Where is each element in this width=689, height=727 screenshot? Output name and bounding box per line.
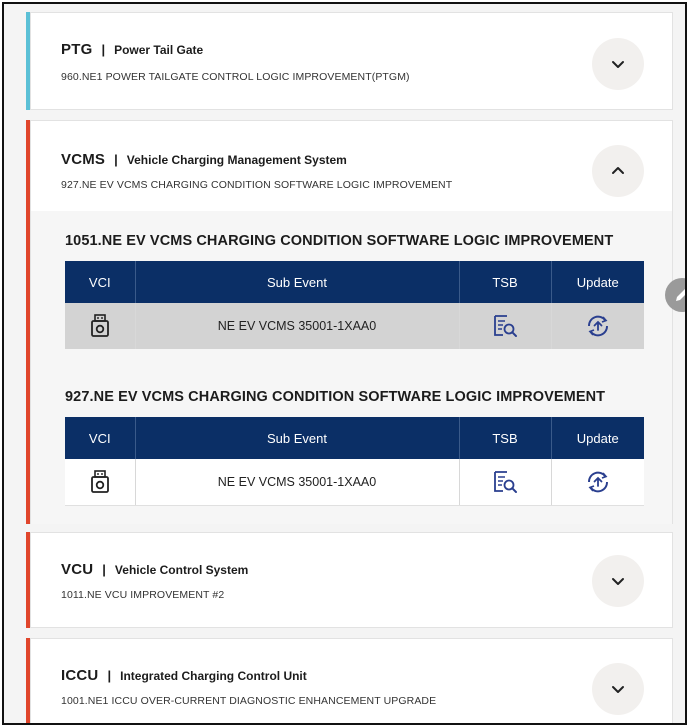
column-header-sub-event: Sub Event	[135, 417, 460, 459]
ecu-name: Power Tail Gate	[114, 43, 204, 57]
tsb-cell[interactable]	[459, 459, 552, 506]
separator: |	[107, 668, 112, 683]
card-header[interactable]: VCMS | Vehicle Charging Management Syste…	[31, 121, 672, 209]
separator: |	[114, 152, 118, 167]
column-header-vci: VCI	[65, 417, 136, 459]
card-accent-bar	[26, 532, 30, 628]
sub-event-table: VCI Sub Event TSB Update NE EV VCMS 3500…	[65, 417, 644, 506]
ecu-code: ICCU	[61, 667, 99, 684]
chevron-down-icon	[612, 686, 624, 693]
chevron-up-icon	[612, 167, 624, 174]
ecu-description: 1011.NE VCU IMPROVEMENT #2	[61, 589, 225, 601]
column-header-update: Update	[551, 261, 644, 303]
pencil-icon	[676, 289, 685, 301]
column-header-vci: VCI	[65, 261, 136, 303]
ecu-code: PTG	[61, 41, 93, 58]
vci-device-icon	[90, 469, 109, 493]
sub-event-table: VCI Sub Event TSB Update NE EV VCMS 3500…	[65, 261, 644, 349]
card-header[interactable]: VCU | Vehicle Control System 1011.NE VCU…	[31, 533, 672, 627]
update-cell[interactable]	[551, 459, 644, 506]
card-accent-bar	[26, 120, 30, 524]
ecu-code: VCMS	[61, 151, 106, 168]
column-header-tsb: TSB	[459, 417, 552, 459]
sub-event-cell: NE EV VCMS 35001-1XAA0	[135, 459, 460, 506]
column-header-sub-event: Sub Event	[135, 261, 460, 303]
table-row[interactable]: NE EV VCMS 35001-1XAA0	[65, 303, 644, 349]
tsb-document-search-icon[interactable]	[492, 470, 518, 494]
ecu-card-vcms: VCMS | Vehicle Charging Management Syste…	[26, 120, 673, 524]
ecu-card-ptg: PTG | Power Tail Gate 960.NE1 POWER TAIL…	[26, 12, 673, 110]
update-refresh-icon[interactable]	[584, 469, 612, 495]
ecu-name: Vehicle Control System	[114, 563, 249, 577]
column-header-tsb: TSB	[459, 261, 552, 303]
section-title: 1051.NE EV VCMS CHARGING CONDITION SOFTW…	[65, 233, 614, 249]
vci-device-icon	[90, 314, 109, 337]
expand-toggle-button[interactable]	[592, 38, 644, 90]
ecu-card-vcu: VCU | Vehicle Control System 1011.NE VCU…	[26, 532, 673, 628]
ecu-name: Integrated Charging Control Unit	[120, 669, 307, 683]
update-cell[interactable]	[551, 303, 644, 349]
separator: |	[101, 42, 106, 57]
update-refresh-icon[interactable]	[584, 313, 612, 339]
sub-event-panel: 1051.NE EV VCMS CHARGING CONDITION SOFTW…	[31, 211, 672, 524]
ecu-description: 927.NE EV VCMS CHARGING CONDITION SOFTWA…	[61, 179, 453, 191]
chevron-down-icon	[612, 61, 624, 68]
card-header[interactable]: PTG | Power Tail Gate 960.NE1 POWER TAIL…	[31, 13, 672, 109]
expand-toggle-button[interactable]	[592, 555, 644, 607]
ecu-description: 960.NE1 POWER TAILGATE CONTROL LOGIC IMP…	[61, 71, 410, 83]
ecu-code: VCU	[61, 561, 94, 578]
card-accent-bar	[26, 12, 30, 110]
chevron-down-icon	[612, 578, 624, 585]
card-accent-bar	[26, 638, 30, 723]
table-row[interactable]: NE EV VCMS 35001-1XAA0	[65, 459, 644, 506]
screenshot-frame: PTG | Power Tail Gate 960.NE1 POWER TAIL…	[2, 2, 687, 725]
separator: |	[102, 562, 106, 577]
tsb-document-search-icon[interactable]	[492, 314, 518, 338]
vci-cell	[65, 459, 136, 506]
vci-cell	[65, 303, 136, 349]
section-title: 927.NE EV VCMS CHARGING CONDITION SOFTWA…	[65, 389, 606, 405]
card-header[interactable]: ICCU | Integrated Charging Control Unit …	[31, 639, 672, 723]
sub-event-cell: NE EV VCMS 35001-1XAA0	[135, 303, 460, 349]
ecu-card-iccu: ICCU | Integrated Charging Control Unit …	[26, 638, 673, 723]
ecu-description: 1001.NE1 ICCU OVER-CURRENT DIAGNOSTIC EN…	[61, 695, 437, 707]
expand-toggle-button[interactable]	[592, 663, 644, 715]
collapse-toggle-button[interactable]	[592, 145, 644, 197]
ecu-name: Vehicle Charging Management System	[126, 153, 347, 167]
tsb-cell[interactable]	[459, 303, 552, 349]
column-header-update: Update	[551, 417, 644, 459]
